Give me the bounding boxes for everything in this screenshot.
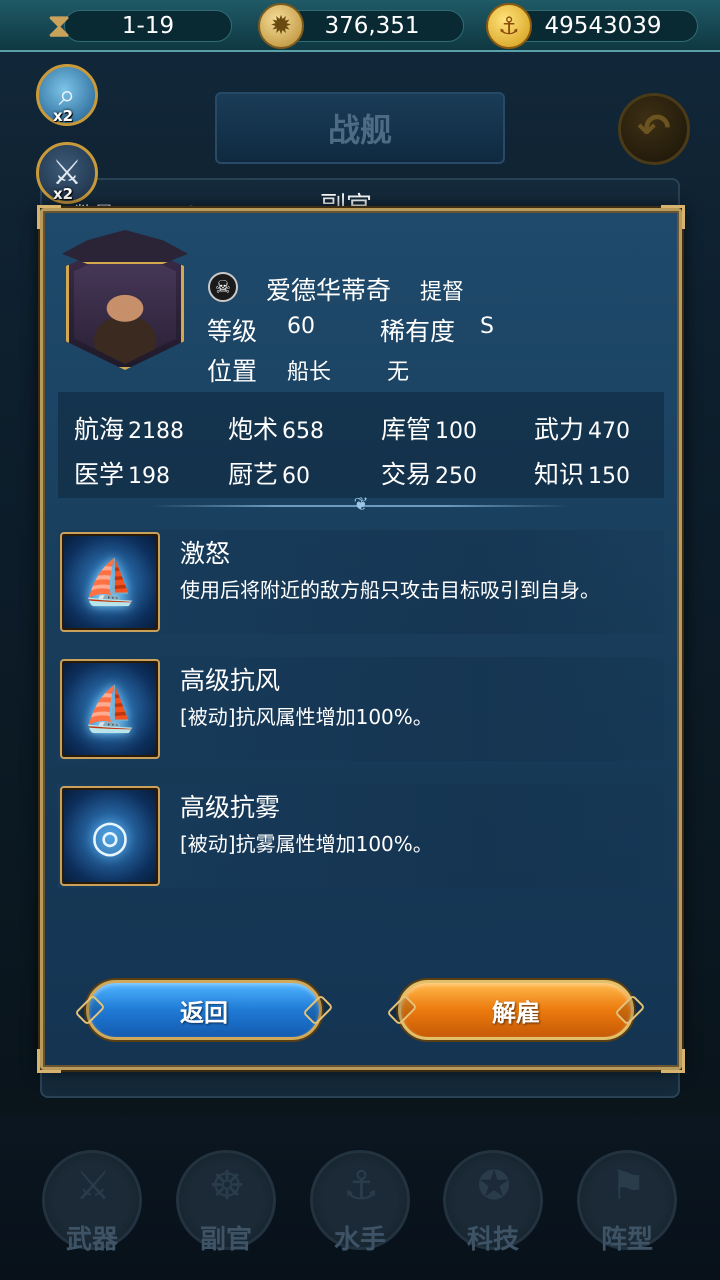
stat-gunnery: 炮术 658 [228,410,324,446]
swords-multiplier: x2 [53,185,74,203]
skill-description: 使用后将附近的敌方船只攻击目标吸引到自身。 [180,578,600,602]
skill-description: [被动]抗风属性增加100%。 [180,705,433,729]
position-label: 位置 [207,357,258,386]
officer-portrait [62,230,188,374]
ship-storm-icon: ⛵ [60,532,160,632]
position-value: 船长 [287,360,332,385]
stat-value: 100 [435,419,478,444]
flag-icon: ⚑ [610,1163,646,1209]
back-button[interactable]: 返回 [74,980,334,1040]
stat-label: 交易 [381,460,432,489]
stat-medicine: 医学 198 [74,455,170,491]
rarity-label: 稀有度 [380,317,456,346]
ornament-icon: ❦ [353,494,369,515]
stat-storage: 库管 100 [381,410,477,446]
stat-trade: 交易 250 [381,455,477,491]
sail-glyph: ⛵ [82,684,138,735]
nav-weapons: ⚔ 武器 [42,1150,142,1255]
magnify-multiplier: x2 [53,107,74,125]
stage-pill: 1-19 [64,10,232,42]
skull-icon: ☠ [208,272,238,302]
nav-tech-label: 科技 [466,1225,519,1255]
nav-officers: ☸ 副官 [176,1150,276,1255]
skill-row[interactable]: ◎ 高级抗雾 [被动]抗雾属性增加100%。 [58,784,664,888]
gold-value: 49543039 [544,13,662,39]
nav-sailors-label: 水手 [333,1225,386,1255]
skill-description: [被动]抗雾属性增加100%。 [180,832,433,856]
dismiss-button[interactable]: 解雇 [386,980,646,1040]
stat-label: 航海 [74,415,125,444]
stage-value: 1-19 [121,13,175,39]
stat-navigation: 航海 2188 [74,410,184,446]
stat-label: 炮术 [228,415,279,444]
pirate-hat-icon [62,230,188,264]
level-value: 60 [287,314,315,339]
frame-corner [661,1049,685,1073]
hourglass-icon: ⧗ [47,6,71,46]
compass-icon: ✪ [477,1163,511,1209]
ring-glyph: ◎ [90,810,130,862]
stat-value: 150 [588,464,631,489]
stat-knowledge: 知识 150 [534,455,630,491]
stat-cooking: 厨艺 60 [228,455,310,491]
bg-back-arrow-icon: ↶ [618,93,690,165]
nav-officers-label: 副官 [199,1225,252,1255]
magnify-boost-button[interactable]: ⌕ x2 [36,64,98,126]
stat-label: 医学 [74,460,125,489]
skill-name: 激怒 [180,539,231,568]
stat-value: 250 [435,464,478,489]
officer-title: 提督 [420,280,465,305]
frame-corner [37,1049,61,1073]
nav-tech: ✪ 科技 [443,1150,543,1255]
resource-bar: 1-19 376,351 49543039 ⧗ ✹ ⚓ [0,0,720,52]
bg-nav: ⚔ 武器 ☸ 副官 ⚓ 水手 ✪ 科技 ⚑ 阵型 [0,1150,720,1260]
skill-name: 高级抗雾 [180,793,281,822]
stat-value: 198 [128,464,171,489]
frame-corner [661,205,685,229]
nav-sailors: ⚓ 水手 [310,1150,410,1255]
dismiss-button-label: 解雇 [492,998,540,1027]
compass-coin-icon: ✹ [258,3,304,49]
position-extra: 无 [387,360,410,385]
stat-value: 60 [282,464,311,489]
back-button-label: 返回 [180,998,228,1027]
fog-ring-icon: ◎ [60,786,160,886]
wheel-icon: ☸ [209,1163,245,1209]
nav-formation: ⚑ 阵型 [577,1150,677,1255]
stat-label: 厨艺 [228,460,279,489]
skill-row[interactable]: ⛵ 高级抗风 [被动]抗风属性增加100%。 [58,657,664,761]
officer-name: 爱德华蒂奇 [266,276,392,305]
skill-name: 高级抗风 [180,666,281,695]
stat-value: 658 [282,419,325,444]
bg-page-title: 战舰 [215,92,505,164]
ship-glyph: ⛵ [82,557,138,608]
anchor-coin-icon: ⚓ [486,3,532,49]
rarity-value: S [480,314,494,339]
battle-boost-button[interactable]: ⚔ x2 [36,142,98,204]
stat-label: 武力 [534,415,585,444]
silver-value: 376,351 [324,13,420,39]
stat-value: 2188 [128,419,185,444]
silver-pill: 376,351 [280,10,464,42]
nav-formation-label: 阵型 [600,1225,653,1255]
gold-pill: 49543039 [508,10,698,42]
frame-corner [37,205,61,229]
stat-label: 知识 [534,460,585,489]
sail-wind-icon: ⛵ [60,659,160,759]
nav-weapons-label: 武器 [65,1225,118,1255]
sword-icon: ⚔ [75,1163,111,1209]
level-label: 等级 [207,317,258,346]
stat-value: 470 [588,419,631,444]
hook-icon: ⚓ [343,1163,379,1209]
skill-row[interactable]: ⛵ 激怒 使用后将附近的敌方船只攻击目标吸引到自身。 [58,530,664,634]
stat-label: 库管 [381,415,432,444]
stat-force: 武力 470 [534,410,630,446]
